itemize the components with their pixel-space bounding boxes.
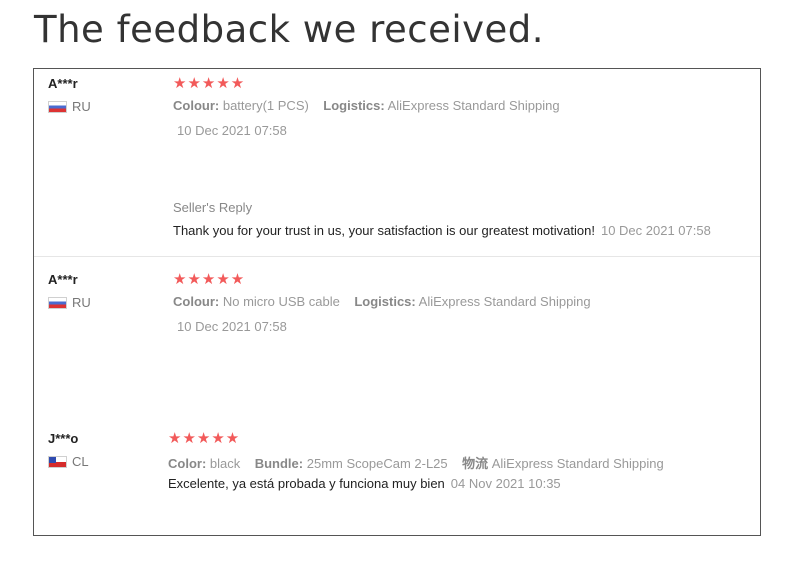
review-attributes: Color: black Bundle: 25mm ScopeCam 2-L25… [168,453,664,472]
attr-label: Logistics: [354,294,416,309]
seller-reply-title: Seller's Reply [173,200,253,215]
attr-label: 物流 [462,456,489,471]
review-attributes: Colour: No micro USB cable Logistics: Al… [173,294,591,309]
attr-value: AliExpress Standard Shipping [491,456,664,471]
rating-stars: ★★★★★ [173,75,246,92]
reviewer-country: RU [48,295,91,310]
page-title: The feedback we received. [34,8,545,51]
reply-message: Thank you for your trust in us, your sat… [173,223,595,238]
reviewer-country: RU [48,99,91,114]
country-code: CL [72,454,89,469]
reply-date: 10 Dec 2021 07:58 [600,223,711,238]
reviewer-name: A***r [48,76,78,91]
review-date: 10 Dec 2021 07:58 [177,123,287,138]
attr-label: Bundle: [254,456,304,471]
review-message: Excelente, ya está probada y funciona mu… [168,476,445,491]
rating-stars: ★★★★★ [173,271,246,288]
country-code: RU [72,295,91,310]
reviewer-country: CL [48,454,89,469]
reviewer-name: A***r [48,272,78,287]
attr-label: Logistics: [323,98,385,113]
attr-label: Colour: [173,294,220,309]
attr-label: Color: [168,456,207,471]
seller-reply-text: Thank you for your trust in us, your sat… [173,223,711,238]
country-code: RU [72,99,91,114]
review-date: 10 Dec 2021 07:58 [177,319,287,334]
feedback-panel: A***r RU ★★★★★ Colour: battery(1 PCS) Lo… [33,68,761,536]
attr-value: No micro USB cable [222,294,340,309]
review-attributes: Colour: battery(1 PCS) Logistics: AliExp… [173,98,560,113]
russia-flag-icon [48,296,67,309]
attr-value: black [209,456,241,471]
attr-value: 25mm ScopeCam 2-L25 [306,456,448,471]
reviewer-name: J***o [48,431,79,446]
russia-flag-icon [48,100,67,113]
attr-label: Colour: [173,98,220,113]
review-text: Excelente, ya está probada y funciona mu… [168,476,561,491]
attr-value: AliExpress Standard Shipping [418,294,591,309]
attr-value: AliExpress Standard Shipping [387,98,560,113]
attr-value: battery(1 PCS) [222,98,309,113]
chile-flag-icon [48,455,67,468]
rating-stars: ★★★★★ [168,430,241,447]
review-divider [34,256,760,257]
review-date: 04 Nov 2021 10:35 [450,476,561,491]
